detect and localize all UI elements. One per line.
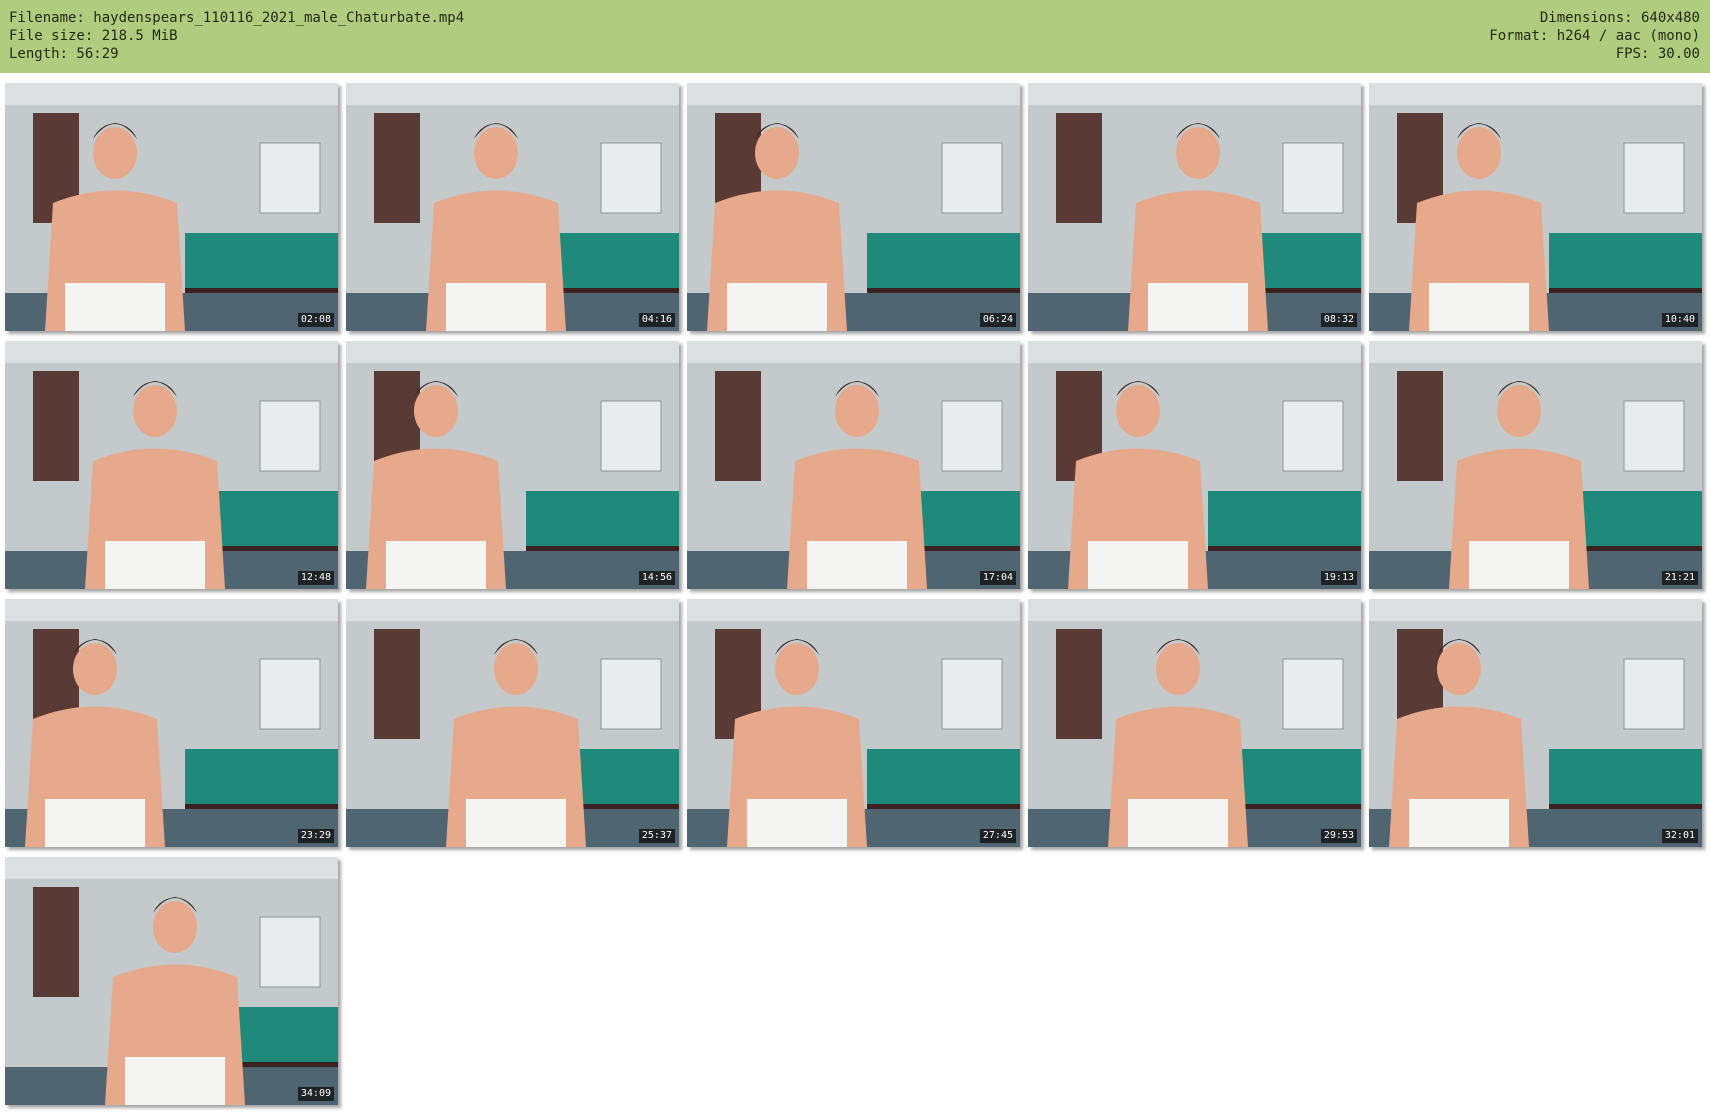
fps-text: FPS: 30.00 [1615, 46, 1700, 62]
timestamp-label: 04:16 [638, 313, 675, 327]
timestamp-label: 25:37 [638, 829, 675, 843]
video-thumbnail[interactable]: 14:56 [346, 341, 679, 589]
thumbnail-image [346, 83, 679, 331]
thumbnail-image [1028, 599, 1361, 847]
info-header: Filename: haydenspears_110116_2021_male_… [0, 0, 1710, 73]
thumbnail-image [5, 83, 338, 331]
filesize-text: File size: 218.5 MiB [9, 28, 178, 44]
timestamp-label: 06:24 [979, 313, 1016, 327]
thumbnail-image [1369, 83, 1702, 331]
video-thumbnail[interactable]: 08:32 [1028, 83, 1361, 331]
video-thumbnail[interactable]: 06:24 [687, 83, 1020, 331]
dimensions-text: Dimensions: 640x480 [1539, 10, 1700, 26]
format-text: Format: h264 / aac (mono) [1489, 28, 1700, 44]
thumbnail-image [687, 341, 1020, 589]
video-thumbnail[interactable]: 29:53 [1028, 599, 1361, 847]
timestamp-label: 23:29 [297, 829, 334, 843]
thumbnail-image [1369, 341, 1702, 589]
thumbnail-image [5, 599, 338, 847]
video-thumbnail[interactable]: 32:01 [1369, 599, 1702, 847]
timestamp-label: 21:21 [1661, 571, 1698, 585]
thumbnail-image [346, 599, 679, 847]
timestamp-label: 34:09 [297, 1087, 334, 1101]
file-info-right: Dimensions: 640x480 Format: h264 / aac (… [1489, 9, 1700, 63]
video-thumbnail[interactable]: 12:48 [5, 341, 338, 589]
length-text: Length: 56:29 [9, 46, 119, 62]
thumbnail-image [1028, 341, 1361, 589]
video-thumbnail[interactable]: 27:45 [687, 599, 1020, 847]
video-thumbnail[interactable]: 21:21 [1369, 341, 1702, 589]
timestamp-label: 27:45 [979, 829, 1016, 843]
timestamp-label: 19:13 [1320, 571, 1357, 585]
video-thumbnail[interactable]: 04:16 [346, 83, 679, 331]
timestamp-label: 32:01 [1661, 829, 1698, 843]
thumbnail-image [687, 83, 1020, 331]
video-thumbnail[interactable]: 25:37 [346, 599, 679, 847]
timestamp-label: 08:32 [1320, 313, 1357, 327]
video-thumbnail[interactable]: 02:08 [5, 83, 338, 331]
thumbnail-image [5, 341, 338, 589]
timestamp-label: 17:04 [979, 571, 1016, 585]
thumbnail-image [346, 341, 679, 589]
filename-text: Filename: haydenspears_110116_2021_male_… [9, 10, 465, 26]
timestamp-label: 14:56 [638, 571, 675, 585]
file-info-left: Filename: haydenspears_110116_2021_male_… [9, 9, 464, 63]
timestamp-label: 29:53 [1320, 829, 1357, 843]
video-thumbnail[interactable]: 17:04 [687, 341, 1020, 589]
thumbnail-image [1369, 599, 1702, 847]
thumbnail-image [1028, 83, 1361, 331]
timestamp-label: 10:40 [1661, 313, 1698, 327]
timestamp-label: 02:08 [297, 313, 334, 327]
video-thumbnail[interactable]: 19:13 [1028, 341, 1361, 589]
timestamp-label: 12:48 [297, 571, 334, 585]
video-thumbnail[interactable]: 34:09 [5, 857, 338, 1105]
video-thumbnail[interactable]: 10:40 [1369, 83, 1702, 331]
video-thumbnail[interactable]: 23:29 [5, 599, 338, 847]
thumbnail-image [5, 857, 338, 1105]
thumbnail-image [687, 599, 1020, 847]
